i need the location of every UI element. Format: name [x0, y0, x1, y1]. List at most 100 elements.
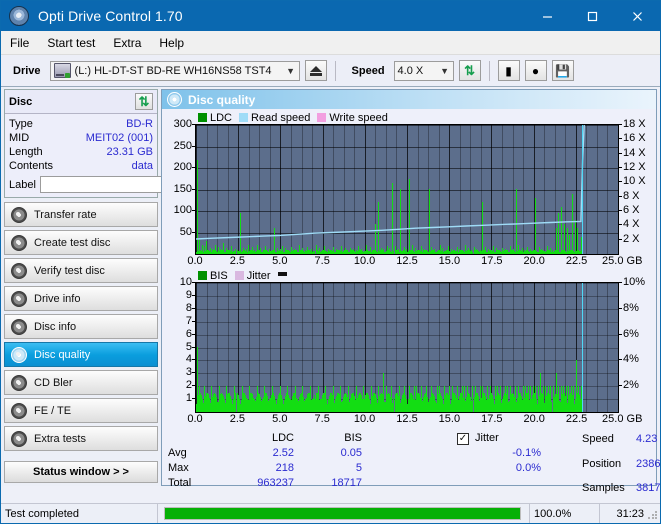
disc-icon [11, 430, 27, 447]
toolbar-divider-1 [334, 60, 336, 81]
sidebar-item-extra-tests[interactable]: Extra tests [4, 426, 158, 451]
y-tick-label: 50 [179, 225, 192, 238]
stats-area: LDC BIS Avg 2.52 0.05 Max 218 5 Total 96… [162, 427, 661, 494]
disc-icon [11, 234, 27, 251]
resize-grip-icon[interactable] [647, 510, 657, 520]
progress-bar [164, 507, 521, 520]
chevron-down-icon: ▼ [440, 65, 449, 76]
stats-corner [168, 431, 226, 446]
sidebar-item-label: Extra tests [34, 432, 86, 445]
y2-tick-label: 4% [623, 353, 639, 366]
stats-row-label: Total [168, 477, 192, 489]
refresh-button[interactable]: ⇅ [458, 60, 481, 81]
ldc-chart: LDC Read speed Write speed 50 100 150 200 25… [162, 111, 656, 269]
menu-file[interactable]: File [1, 34, 38, 52]
disc-icon [11, 262, 27, 279]
ldc-chart-legend: LDC Read speed Write speed [198, 111, 656, 124]
sidebar-item-fe-te[interactable]: FE / TE [4, 398, 158, 423]
disc-icon [11, 374, 27, 391]
legend-bis: BIS [198, 270, 228, 282]
disc-tools-button[interactable]: ● [524, 60, 547, 81]
x-tick-label: 20.0 [523, 255, 545, 267]
disc-length-value: 23.31 GB [106, 146, 153, 158]
disc-tools-icon: ● [531, 63, 540, 78]
speed-row: Speed 4.23 X 4.0 X ▼ [582, 429, 661, 449]
position-row: Position 23862 MB Start full [582, 452, 661, 476]
disc-row-type: Type BD-R [9, 117, 153, 131]
disc-mid-label: MID [9, 132, 30, 144]
disc-type-value: BD-R [126, 118, 153, 130]
disc-properties: Type BD-R MID MEIT02 (001) Length 23.31 … [5, 114, 243, 197]
y2-tick-label: 8% [623, 301, 639, 314]
stats-row-avg: Avg 2.52 0.05 [168, 446, 452, 461]
window-controls [525, 1, 660, 31]
sidebar-item-disc-quality[interactable]: Disc quality [4, 342, 158, 367]
bis-plot-wrap: 1 2 3 4 5 6 7 8 9 10 2% 4% 6% 8% 10% [162, 276, 656, 413]
sidebar-item-label: CD Bler [34, 376, 73, 389]
disc-length-label: Length [9, 146, 43, 158]
refresh-icon: ⇅ [464, 63, 475, 78]
sidebar-item-label: Transfer rate [34, 208, 97, 221]
sidebar-item-drive-info[interactable]: Drive info [4, 286, 158, 311]
position-label: Position [582, 457, 622, 470]
x-tick-label: 10.0 [353, 255, 376, 267]
jitter-checkbox[interactable]: ✓ [457, 432, 469, 445]
menu-start-test[interactable]: Start test [38, 34, 104, 52]
bis-y-axis-right: 2% 4% 6% 8% 10% [619, 276, 656, 413]
x-tick-label: 25.0 GB [602, 255, 643, 267]
speed-select-value: 4.0 X [397, 64, 424, 77]
y2-tick-label: 14 X [623, 146, 646, 159]
sidebar-item-label: Disc info [34, 320, 77, 333]
y2-tick-label: 4 X [623, 218, 640, 231]
close-icon[interactable] [615, 1, 660, 31]
progress-percent: 100.0% [530, 504, 600, 523]
sidebar-item-verify-test-disc[interactable]: Verify test disc [4, 258, 158, 283]
y-tick-label: 10 [179, 276, 192, 288]
bis-plot-area [195, 282, 619, 413]
jitter-header: ✓ Jitter [457, 431, 577, 446]
y2-tick-label: 10 X [623, 175, 646, 188]
legend-write-speed: Write speed [317, 112, 388, 124]
eject-button[interactable] [304, 60, 327, 81]
stats-table: LDC BIS Avg 2.52 0.05 Max 218 5 Total 96… [162, 431, 452, 491]
disc-mid-value: MEIT02 (001) [85, 132, 153, 144]
sidebar-item-create-test-disc[interactable]: Create test disc [4, 230, 158, 255]
sidebar-item-transfer-rate[interactable]: Transfer rate [4, 202, 158, 227]
status-bar: Test completed 100.0% 31:23 [1, 503, 660, 523]
samples-row: Samples 381753 Start part [582, 476, 661, 501]
toolbar-divider-2 [488, 60, 490, 81]
disc-contents-value: data [131, 160, 153, 172]
drive-select-value: (L:) HL-DT-ST BD-RE WH16NS58 TST4 [74, 64, 272, 77]
status-window-button[interactable]: Status window > > [4, 461, 158, 483]
stats-total-ldc: 963237 [257, 477, 294, 489]
menu-extra[interactable]: Extra [104, 34, 150, 52]
disc-refresh-button[interactable]: ⇅ [135, 93, 153, 110]
drive-select[interactable]: (L:) HL-DT-ST BD-RE WH16NS58 TST4 ▼ [49, 60, 300, 81]
save-button[interactable]: 💾 [551, 60, 574, 81]
refresh-icon: ⇅ [138, 94, 150, 109]
x-tick-label: 22.5 [565, 255, 588, 267]
disc-icon [11, 290, 27, 307]
x-tick-label: 2.5 [229, 255, 246, 267]
menu-help[interactable]: Help [150, 34, 193, 52]
bis-x-axis: 0.0 2.5 5.0 7.5 10.0 12.5 15.0 17.5 20.0 22.5 25.0… [187, 413, 642, 427]
sidebar-item-cd-bler[interactable]: CD Bler [4, 370, 158, 395]
drive-label: Drive [13, 64, 41, 77]
disc-row-length: Length 23.31 GB [9, 145, 153, 159]
speed-select[interactable]: 4.0 X ▼ [393, 60, 454, 81]
ldc-plot-area [195, 124, 619, 255]
maximize-icon[interactable] [570, 1, 615, 31]
result-speed-label: Speed [582, 432, 614, 445]
minimize-icon[interactable] [525, 1, 570, 31]
y2-tick-label: 8 X [623, 189, 640, 202]
erase-button[interactable]: ▮ [497, 60, 520, 81]
y-tick-label: 250 [173, 139, 192, 152]
result-speed-value: 4.23 X [636, 432, 661, 445]
x-tick-label: 22.5 [565, 413, 588, 425]
stats-row-label: Avg [168, 447, 187, 459]
samples-value: 381753 [636, 482, 661, 494]
bis-y-axis-left: 1 2 3 4 5 6 7 8 9 10 [162, 276, 195, 413]
x-tick-label: 12.5 [396, 255, 418, 267]
sidebar-item-disc-info[interactable]: Disc info [4, 314, 158, 339]
speed-label: Speed [351, 64, 385, 77]
